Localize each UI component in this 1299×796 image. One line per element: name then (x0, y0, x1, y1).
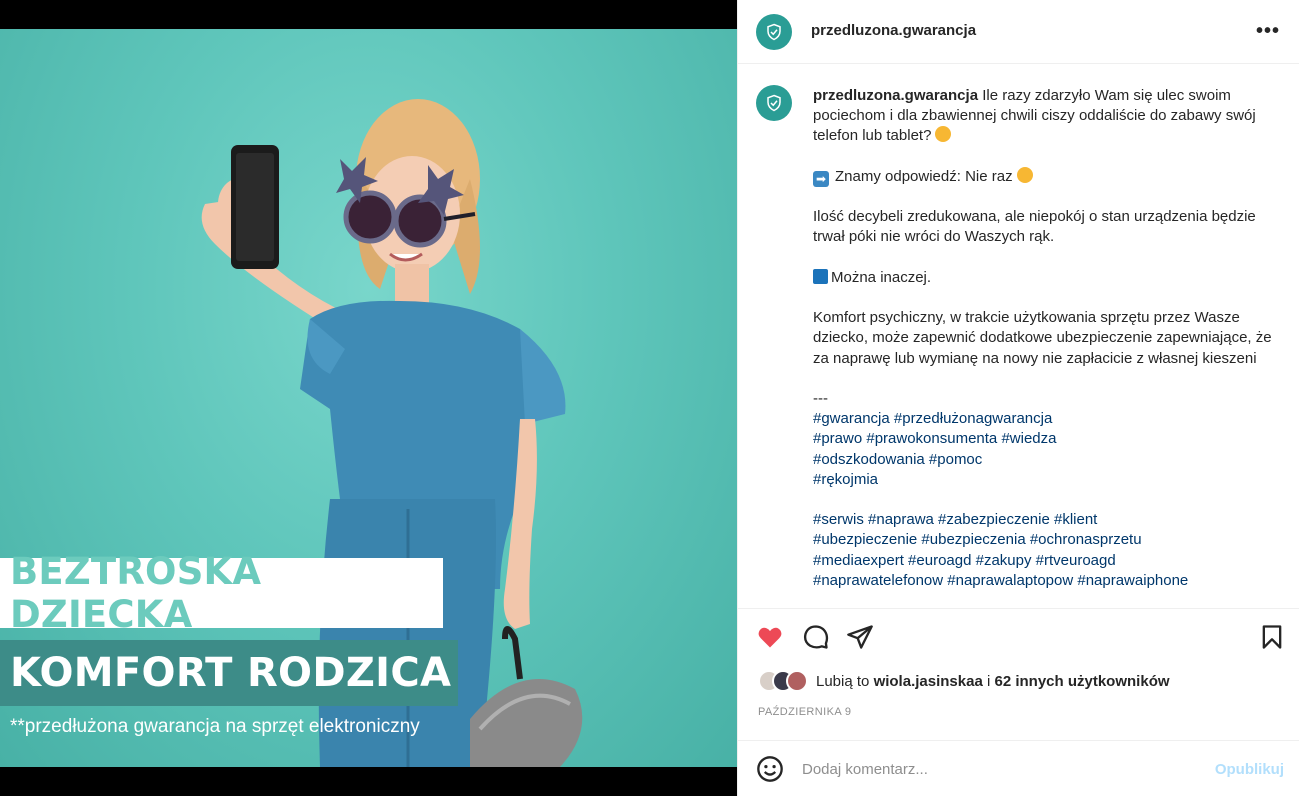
hashtag-line[interactable]: #ubezpieczenie #ubezpieczenia #ochronasp… (813, 530, 1273, 550)
hashtag-line[interactable]: #naprawatelefonow #naprawalaptopow #napr… (813, 571, 1273, 591)
caption-username[interactable]: przedluzona.gwarancja (813, 87, 978, 104)
caption-para2: Ilość decybeli zredukowana, ale niepokój… (813, 208, 1256, 246)
comment-bar: Opublikuj (738, 740, 1299, 796)
likes-others[interactable]: 62 innych użytkowników (994, 673, 1169, 690)
hashtag-line[interactable]: #prawo #prawokonsumenta #wiedza (813, 429, 1273, 449)
comment-icon[interactable] (802, 623, 830, 651)
post-modal: BEZTROSKA DZIECKA KOMFORT RODZICA **prze… (0, 0, 1299, 796)
likes-prefix: Lubią to (816, 672, 870, 690)
post-date[interactable]: PAŹDZIERNIKA 9 (758, 706, 851, 718)
caption-para3: Można inaczej. (831, 268, 932, 286)
heart-icon[interactable] (756, 623, 784, 651)
smiling-emoji-icon (1016, 166, 1033, 183)
post-sidebar: przedluzona.gwarancja ••• przedluzona.gw… (737, 0, 1299, 796)
post-header: przedluzona.gwarancja ••• (738, 0, 1299, 64)
caption-para4: Komfort psychiczny, w trakcie użytkowani… (813, 309, 1272, 367)
avatar[interactable] (756, 14, 792, 50)
right-arrow-emoji-icon: ➡ (813, 170, 829, 187)
caption-answer: Znamy odpowiedź: Nie raz (835, 167, 1013, 185)
likes-connector: i (986, 672, 991, 690)
comment-input[interactable] (802, 757, 1182, 781)
likes-row[interactable]: Lubią to wiola.jasinskaa i 62 innych uży… (758, 666, 1170, 696)
shield-check-icon (767, 23, 781, 41)
publish-button[interactable]: Opublikuj (1215, 761, 1284, 778)
share-icon[interactable] (846, 623, 874, 651)
action-bar (738, 608, 1299, 664)
emoji-picker-icon[interactable] (756, 755, 784, 783)
blue-square-emoji-icon (813, 268, 828, 284)
caption-separator: --- (813, 389, 828, 407)
header-username[interactable]: przedluzona.gwarancja (811, 22, 976, 39)
hashtag-line[interactable]: #odszkodowania #pomoc (813, 450, 1273, 470)
hashtag-line[interactable]: #gwarancja #przedłużonagwarancja (813, 409, 1273, 429)
hashtag-line[interactable]: #mediaexpert #euroagd #zakupy #rtveuroag… (813, 551, 1273, 571)
banner-komfort: KOMFORT RODZICA (0, 640, 458, 706)
liker-avatar (786, 670, 808, 692)
hashtag-line[interactable]: #rękojmia (813, 470, 1273, 490)
caption-area[interactable]: przedluzona.gwarancja Ile razy zdarzyło … (738, 65, 1299, 607)
banner-bottom-text: KOMFORT RODZICA (10, 650, 452, 696)
thinking-emoji-icon (935, 126, 952, 143)
caption-avatar[interactable] (756, 85, 792, 121)
caption-text: przedluzona.gwarancja Ile razy zdarzyło … (813, 86, 1273, 591)
banner-beztroska: BEZTROSKA DZIECKA (0, 550, 443, 636)
overlay-caption: **przedłużona gwarancja na sprzęt elektr… (10, 716, 420, 737)
shield-check-icon (767, 94, 781, 112)
more-options-icon[interactable]: ••• (1256, 20, 1280, 43)
likes-text: Lubią to wiola.jasinskaa i 62 innych uży… (816, 673, 1170, 690)
banner-top-text: BEZTROSKA DZIECKA (10, 550, 262, 636)
post-media[interactable]: BEZTROSKA DZIECKA KOMFORT RODZICA **prze… (0, 0, 737, 796)
hashtag-line[interactable]: #serwis #naprawa #zabezpieczenie #klient (813, 510, 1273, 530)
bookmark-icon[interactable] (1258, 623, 1286, 651)
likes-user[interactable]: wiola.jasinskaa (874, 673, 983, 690)
